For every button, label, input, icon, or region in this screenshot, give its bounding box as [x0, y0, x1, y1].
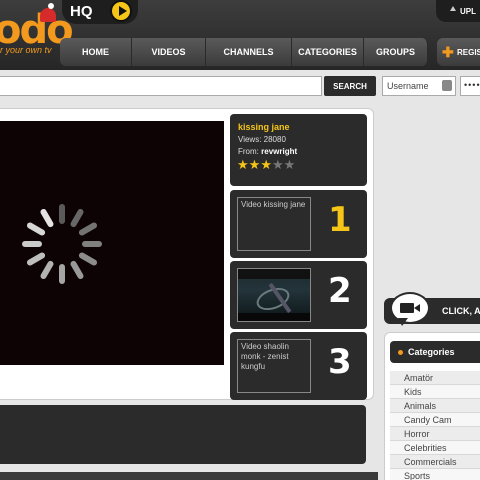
nav-videos[interactable]: VIDEOS	[132, 38, 206, 66]
spinner-segment	[69, 207, 85, 229]
main-nav: HOME VIDEOS CHANNELS CATEGORIES GROUPS	[60, 38, 428, 66]
spinner-segment	[25, 221, 47, 237]
category-item[interactable]: Candy Cam	[390, 413, 480, 427]
plus-icon: ✚	[442, 44, 454, 60]
loading-spinner-icon	[22, 204, 102, 284]
category-item[interactable]: Kids	[390, 385, 480, 399]
related-video-1[interactable]: Video kissing jane 1	[230, 190, 367, 258]
hq-label: HQ	[70, 3, 93, 20]
nav-home[interactable]: HOME	[60, 38, 132, 66]
register-button[interactable]: ✚ REGIS	[437, 38, 480, 66]
hq-toggle[interactable]: HQ	[62, 0, 138, 24]
related-video-3[interactable]: Video shaolin monk - zenist kungfu 3	[230, 332, 367, 400]
categories-title: Categories	[408, 347, 455, 357]
category-item[interactable]: Animals	[390, 399, 480, 413]
search-input[interactable]	[0, 76, 322, 96]
related-number: 2	[328, 271, 352, 311]
search-button[interactable]: SEARCH	[324, 76, 376, 96]
category-item[interactable]: Horror	[390, 427, 480, 441]
nav-categories[interactable]: CATEGORIES	[292, 38, 364, 66]
bullet-icon	[398, 350, 403, 355]
nav-groups[interactable]: GROUPS	[364, 38, 428, 66]
rating-stars[interactable]: ★ ★ ★ ★ ★	[237, 158, 295, 172]
upload-label: UPL	[460, 7, 476, 16]
video-thumbnail[interactable]	[237, 268, 311, 322]
video-info: kissing jane Views: 28080 From: revwrigh…	[230, 114, 367, 186]
user-icon	[442, 80, 452, 91]
video-views: Views: 28080	[238, 135, 286, 144]
related-number: 3	[328, 342, 352, 382]
spinner-segment	[39, 207, 55, 229]
from-label: From:	[238, 147, 259, 156]
categories-header: Categories	[390, 341, 480, 363]
spinner-segment	[59, 264, 65, 284]
spinner-segment	[59, 204, 65, 224]
category-item[interactable]: Sports	[390, 469, 480, 480]
uploader-name[interactable]: revwright	[261, 147, 297, 156]
spinner-segment	[39, 259, 55, 281]
star-icon[interactable]: ★	[237, 158, 249, 172]
video-thumbnail[interactable]: Video kissing jane	[237, 197, 311, 251]
star-icon[interactable]: ★	[272, 158, 284, 172]
star-icon[interactable]: ★	[260, 158, 272, 172]
nav-channels[interactable]: CHANNELS	[206, 38, 292, 66]
spinner-segment	[77, 221, 99, 237]
video-details-panel	[0, 405, 366, 464]
category-item[interactable]: Amatör	[390, 371, 480, 385]
video-title[interactable]: kissing jane	[238, 122, 290, 132]
star-icon[interactable]: ★	[249, 158, 261, 172]
spinner-segment	[82, 241, 102, 247]
star-icon[interactable]: ★	[284, 158, 296, 172]
video-thumbnail[interactable]: Video shaolin monk - zenist kungfu	[237, 339, 311, 393]
categories-list: Amatör Kids Animals Candy Cam Horror Cel…	[390, 371, 480, 480]
register-label: REGIS	[457, 48, 480, 57]
santa-hat-icon	[40, 3, 56, 22]
category-item[interactable]: Commercials	[390, 455, 480, 469]
play-icon	[110, 0, 132, 22]
spinner-segment	[25, 251, 47, 267]
category-item[interactable]: Celebrities	[390, 441, 480, 455]
related-video-2[interactable]: 2	[230, 261, 367, 329]
spinner-segment	[69, 259, 85, 281]
upload-button[interactable]: UPL	[436, 0, 480, 22]
related-number: 1	[328, 200, 352, 240]
camera-icon	[400, 303, 420, 313]
site-logo[interactable]: odo r your own tv	[0, 0, 74, 66]
spinner-segment	[77, 251, 99, 267]
bottom-strip	[0, 472, 378, 480]
password-field[interactable]: ••••	[460, 76, 480, 96]
spinner-segment	[22, 241, 42, 247]
upload-arrow-icon	[450, 6, 456, 11]
logo-tagline: r your own tv	[0, 45, 52, 55]
video-uploader: From: revwright	[238, 147, 297, 156]
search-bar: SEARCH Username ••••	[0, 74, 480, 98]
chat-promo-label: CLICK, A	[442, 306, 480, 316]
